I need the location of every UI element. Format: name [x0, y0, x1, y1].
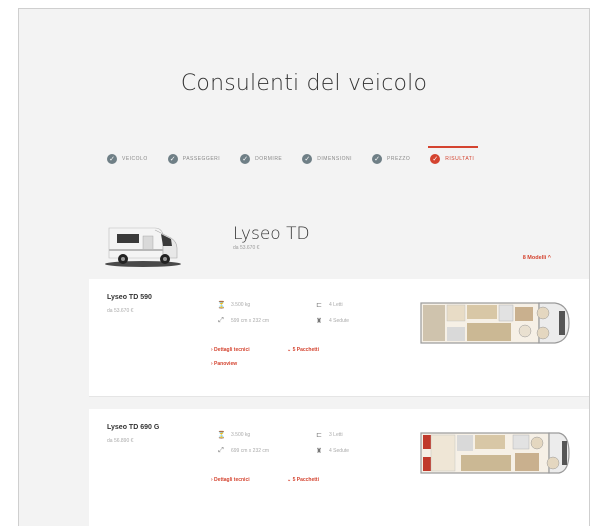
step-dimensioni[interactable]: ✓ Dimensioni	[302, 154, 352, 164]
step-label: Prezzo	[387, 156, 411, 162]
advisor-page: Consulenti del veicolo ✓ Veicolo ✓ Passe…	[18, 8, 590, 526]
spec-dimensions: ⤢ 599 cm x 232 cm	[217, 317, 269, 325]
bed-icon: ⊏	[316, 302, 322, 309]
seat-icon: ♜	[315, 318, 323, 325]
check-icon: ✓	[430, 154, 441, 164]
step-label: Dimensioni	[317, 156, 353, 162]
spec-value: 4 Sedute	[329, 448, 350, 454]
spec-value: 4 Letti	[329, 302, 343, 308]
tech-details-link[interactable]: › Dettagli tecnici	[211, 477, 250, 483]
floorplan-image	[420, 302, 570, 344]
vehicle-name: Lyseo TD	[233, 224, 310, 244]
spec-weight: ⏳ 3.500 kg	[217, 301, 250, 309]
spec-value: 699 cm x 232 cm	[231, 448, 270, 454]
spec-beds: ⊏ 3 Letti	[315, 431, 343, 439]
step-veicolo[interactable]: ✓ Veicolo	[107, 154, 148, 164]
model-name: Lyseo TD 690 G	[107, 424, 160, 431]
spec-seats: ♜ 4 Sedute	[315, 447, 349, 455]
vehicle-header: Lyseo TD da 53.670 € 8 Modelli ^	[103, 214, 573, 274]
step-risultati[interactable]: ✓ Risultati	[428, 146, 479, 164]
spec-beds: ⊏ 4 Letti	[315, 301, 343, 309]
seat-icon: ♜	[315, 448, 323, 455]
spec-seats: ♜ 4 Sedute	[315, 317, 349, 325]
weight-icon: ⏳	[217, 432, 226, 439]
bed-icon: ⊏	[316, 432, 322, 439]
packages-link[interactable]: ⌄ 5 Pacchetti	[287, 477, 319, 483]
step-label: Passeggeri	[182, 156, 221, 162]
vehicle-price: da 53.670 €	[233, 245, 260, 251]
check-icon: ✓	[240, 154, 251, 164]
check-icon: ✓	[167, 154, 178, 164]
check-icon: ✓	[107, 154, 117, 164]
progress-steps: ✓ Veicolo ✓ Passeggeri ✓ Dormire ✓ Dimen…	[107, 146, 559, 171]
spec-value: 3.500 kg	[231, 432, 251, 438]
step-dormire[interactable]: ✓ Dormire	[240, 154, 282, 164]
check-icon: ✓	[372, 154, 383, 164]
spec-value: 599 cm x 232 cm	[231, 318, 270, 324]
panoview-link[interactable]: › Panoview	[211, 361, 237, 367]
page-title: Consulenti del veicolo	[180, 71, 428, 96]
step-label: Veicolo	[122, 156, 148, 162]
models-toggle[interactable]: 8 Modelli ^	[523, 255, 551, 261]
step-prezzo[interactable]: ✓ Prezzo	[372, 154, 410, 164]
check-icon: ✓	[302, 154, 313, 164]
spec-value: 3 Letti	[329, 432, 343, 438]
floorplan-image	[420, 432, 570, 474]
model-card[interactable]: Lyseo TD 590 da 53.670 € ⏳ 3.500 kg ⊏ 4 …	[89, 279, 589, 397]
spec-value: 4 Sedute	[329, 318, 350, 324]
dimensions-icon: ⤢	[218, 447, 224, 454]
weight-icon: ⏳	[217, 302, 226, 309]
model-card[interactable]: Lyseo TD 690 G da 56.890 € ⏳ 3.500 kg ⊏ …	[89, 409, 589, 526]
step-label: Risultati	[445, 156, 475, 162]
spec-dimensions: ⤢ 699 cm x 232 cm	[217, 447, 269, 455]
spec-weight: ⏳ 3.500 kg	[217, 431, 250, 439]
dimensions-icon: ⤢	[218, 317, 224, 324]
step-label: Dormire	[255, 156, 283, 162]
motorhome-image	[105, 227, 181, 267]
spec-value: 3.500 kg	[231, 302, 251, 308]
step-passeggeri[interactable]: ✓ Passeggeri	[167, 154, 221, 164]
model-name: Lyseo TD 590	[107, 294, 152, 301]
model-price: da 53.670 €	[107, 308, 134, 314]
model-price: da 56.890 €	[107, 438, 134, 444]
packages-link[interactable]: ⌄ 5 Pacchetti	[287, 347, 319, 353]
tech-details-link[interactable]: › Dettagli tecnici	[211, 347, 250, 353]
